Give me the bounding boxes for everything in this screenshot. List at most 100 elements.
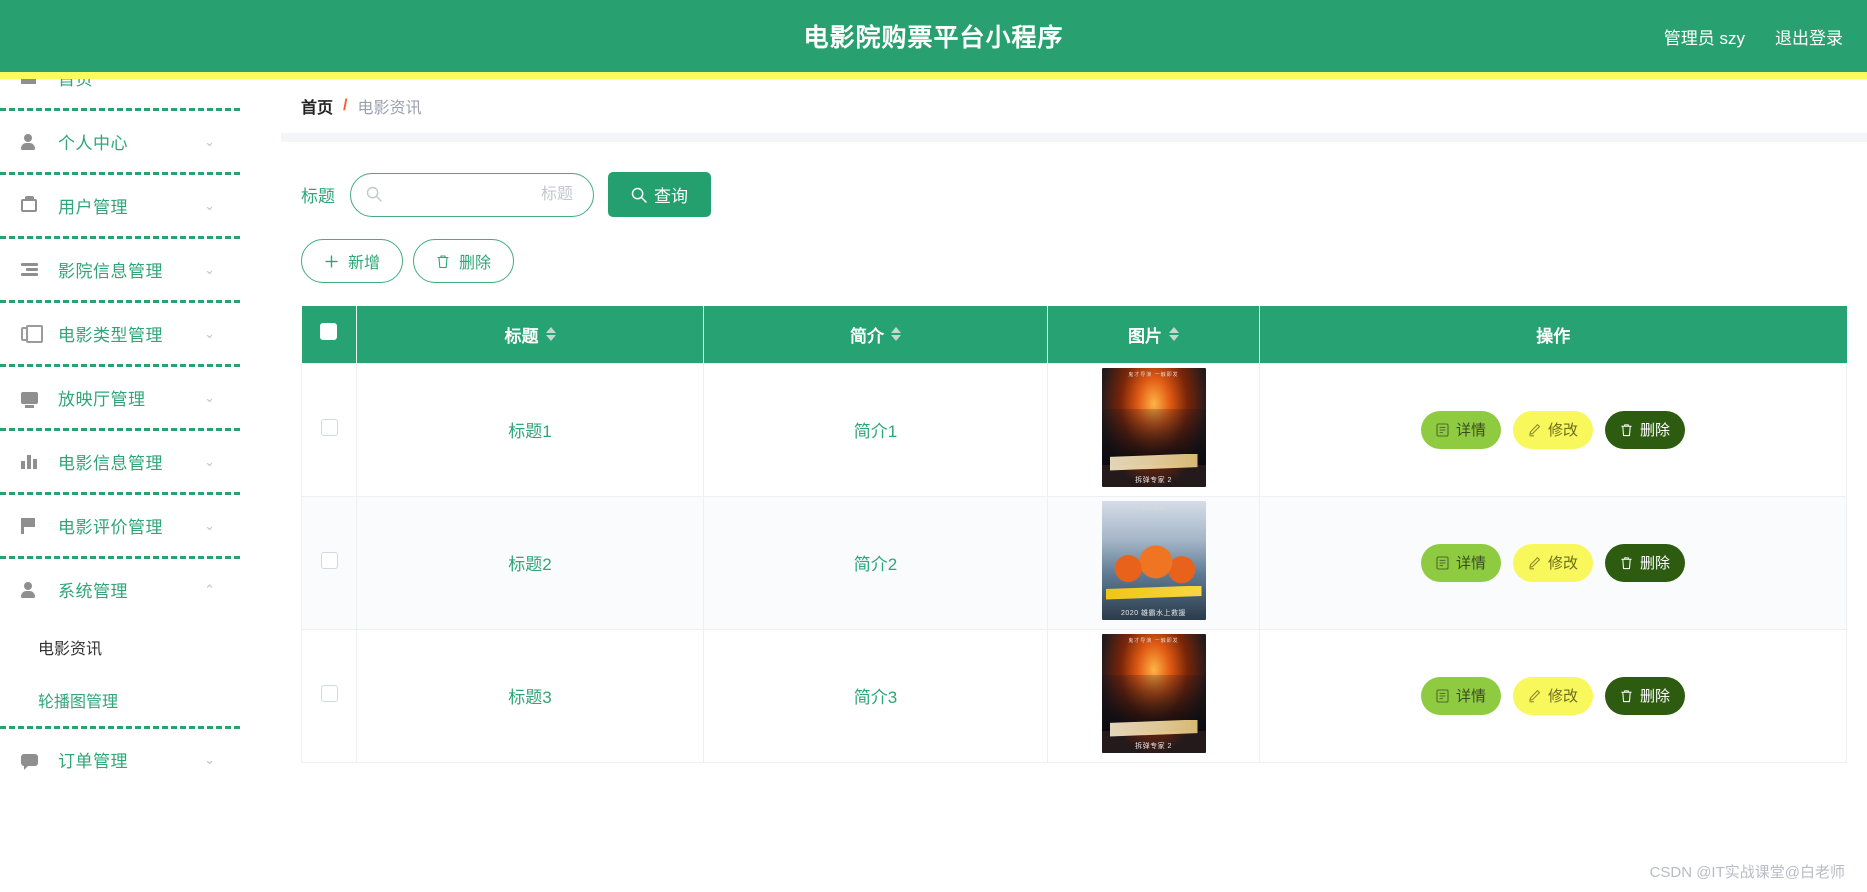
row-select-cell[interactable] [301,362,357,497]
delete-button-label: 删除 [1640,555,1671,572]
table-row[interactable]: 标题2 简介2 紧急救援 2020 雄霸水上救援 详情 修改 删除 [301,495,1847,630]
poster-title: 2020 雄霸水上救援 [1120,609,1187,617]
column-header-title-label: 标题 [504,326,539,346]
pencil-icon [1528,556,1541,570]
delete-button[interactable]: 删除 [1605,543,1686,582]
chevron-down-icon[interactable]: ⌄ [204,263,215,276]
column-header-intro[interactable]: 简介 [703,306,1048,363]
poster-tagline: 紧急救援 [1141,504,1166,511]
cell-title: 标题1 [356,362,704,497]
cell-intro: 简介3 [703,628,1048,763]
sidebar-item-label: 首页 [58,79,93,89]
pencil-icon [1528,689,1541,703]
cell-image: 鬼才导演 一触即发 拆弹专家 2 [1047,362,1260,497]
data-table: 标题 简介 图片 操作 标题1 简介1 鬼才导演 一触即发 拆弹专家 2 详情 … [301,306,1847,763]
sidebar-item-label: 电影类型管理 [58,326,163,345]
select-all-header[interactable] [301,306,357,363]
row-checkbox[interactable] [320,551,338,569]
row-checkbox[interactable] [320,684,338,702]
cell-operations: 详情 修改 删除 [1259,362,1847,497]
row-action-group: 详情 修改 删除 [1261,676,1845,715]
copy-icon [21,324,47,344]
table-body: 标题1 简介1 鬼才导演 一触即发 拆弹专家 2 详情 修改 删除 标题2 简介… [301,362,1847,763]
chevron-down-icon[interactable]: ⌄ [204,327,215,340]
table-row[interactable]: 标题1 简介1 鬼才导演 一触即发 拆弹专家 2 详情 修改 删除 [301,362,1847,497]
delete-button[interactable]: 删除 [1605,410,1686,449]
batch-delete-button[interactable]: 删除 [413,239,515,283]
sidebar-nav[interactable]: 首页 个人中心 ⌄ 用户管理 ⌄ 影院信息管理 ⌄ 电影类型管理 ⌄ 放映厅管理… [0,79,281,892]
action-bar: 新增 删除 [301,239,1847,283]
delete-button-label: 删除 [1640,688,1671,705]
chevron-up-icon[interactable]: ⌃ [204,583,215,596]
add-button[interactable]: 新增 [301,239,404,283]
cell-operations: 详情 修改 删除 [1259,628,1847,763]
sidebar-item-label: 放映厅管理 [58,390,146,409]
sidebar-item-screening-hall[interactable]: 放映厅管理 ⌄ [0,367,281,428]
row-select-cell[interactable] [301,495,357,630]
sidebar-item-movie-type[interactable]: 电影类型管理 ⌄ [0,303,281,364]
sort-icon[interactable] [891,327,901,342]
row-checkbox[interactable] [320,418,338,436]
sidebar-subitem-movie-news[interactable]: 电影资讯 [0,620,281,673]
delete-button[interactable]: 删除 [1605,676,1686,715]
select-all-checkbox[interactable] [320,323,338,341]
edit-button[interactable]: 修改 [1512,543,1593,582]
list-icon [21,260,47,280]
sidebar-item-home[interactable]: 首页 [0,79,281,108]
search-input-wrapper[interactable] [350,172,594,217]
chevron-down-icon[interactable]: ⌄ [204,519,215,532]
table-row[interactable]: 标题3 简介3 鬼才导演 一触即发 拆弹专家 2 详情 修改 删除 [301,628,1847,763]
sidebar-item-movie-info[interactable]: 电影信息管理 ⌄ [0,431,281,492]
chevron-down-icon[interactable]: ⌄ [204,199,215,212]
breadcrumb-separator: / [343,97,348,114]
detail-button-label: 详情 [1455,555,1486,572]
column-header-title[interactable]: 标题 [356,306,704,363]
chevron-down-icon[interactable]: ⌄ [204,753,215,766]
chevron-down-icon[interactable]: ⌄ [204,135,215,148]
delete-button-label: 删除 [1640,422,1671,439]
user-icon [21,132,47,152]
sidebar-item-order-management[interactable]: 订单管理 ⌄ [0,729,281,790]
sidebar-item-label: 个人中心 [58,134,128,153]
doc-icon [1436,422,1449,437]
row-select-cell[interactable] [301,628,357,763]
logout-button[interactable]: 退出登录 [1775,24,1843,49]
poster-title: 拆弹专家 2 [1135,476,1172,484]
edit-button[interactable]: 修改 [1512,676,1593,715]
poster-title: 拆弹专家 2 [1135,742,1172,750]
query-button[interactable]: 查询 [608,172,711,217]
sidebar-item-system-management[interactable]: 系统管理 ⌃ [0,559,281,620]
plus-icon [324,254,339,269]
poster-tagline: 鬼才导演 一触即发 [1128,371,1179,378]
app-header: 电影院购票平台小程序 管理员 szy 退出登录 [0,0,1867,72]
breadcrumb-home[interactable]: 首页 [301,94,333,118]
main-content: 首页 / 电影资讯 标题 标题 查询 新增 删除 标题 简介 图片 操作 标题1… [281,79,1867,892]
sidebar-item-user-management[interactable]: 用户管理 ⌄ [0,175,281,236]
column-header-image[interactable]: 图片 [1047,306,1260,363]
sort-icon[interactable] [545,327,556,342]
chevron-down-icon[interactable]: ⌄ [204,391,215,404]
sidebar-item-profile[interactable]: 个人中心 ⌄ [0,111,281,172]
detail-button[interactable]: 详情 [1420,543,1501,582]
filter-bar: 标题 查询 [301,142,1847,217]
cell-title: 标题3 [356,628,704,763]
cell-title: 标题2 [356,495,704,630]
sort-icon[interactable] [1169,327,1179,342]
movie-poster-thumbnail[interactable]: 紧急救援 2020 雄霸水上救援 [1101,500,1206,620]
movie-poster-thumbnail[interactable]: 鬼才导演 一触即发 拆弹专家 2 [1101,367,1206,487]
sidebar-subitem-carousel[interactable]: 轮播图管理 [0,673,281,726]
detail-button[interactable]: 详情 [1420,410,1501,449]
sidebar-item-movie-review[interactable]: 电影评价管理 ⌄ [0,495,281,556]
detail-button[interactable]: 详情 [1420,676,1501,715]
bar-chart-icon [21,452,47,472]
doc-icon [1436,555,1449,570]
movie-poster-thumbnail[interactable]: 鬼才导演 一触即发 拆弹专家 2 [1101,633,1206,753]
cell-operations: 详情 修改 删除 [1259,495,1847,630]
sidebar-item-cinema-info[interactable]: 影院信息管理 ⌄ [0,239,281,300]
row-action-group: 详情 修改 删除 [1261,543,1845,582]
chevron-down-icon[interactable]: ⌄ [204,455,215,468]
edit-button[interactable]: 修改 [1512,410,1593,449]
search-input[interactable] [351,173,593,216]
cell-image: 紧急救援 2020 雄霸水上救援 [1047,495,1260,630]
trash-icon [436,254,450,269]
